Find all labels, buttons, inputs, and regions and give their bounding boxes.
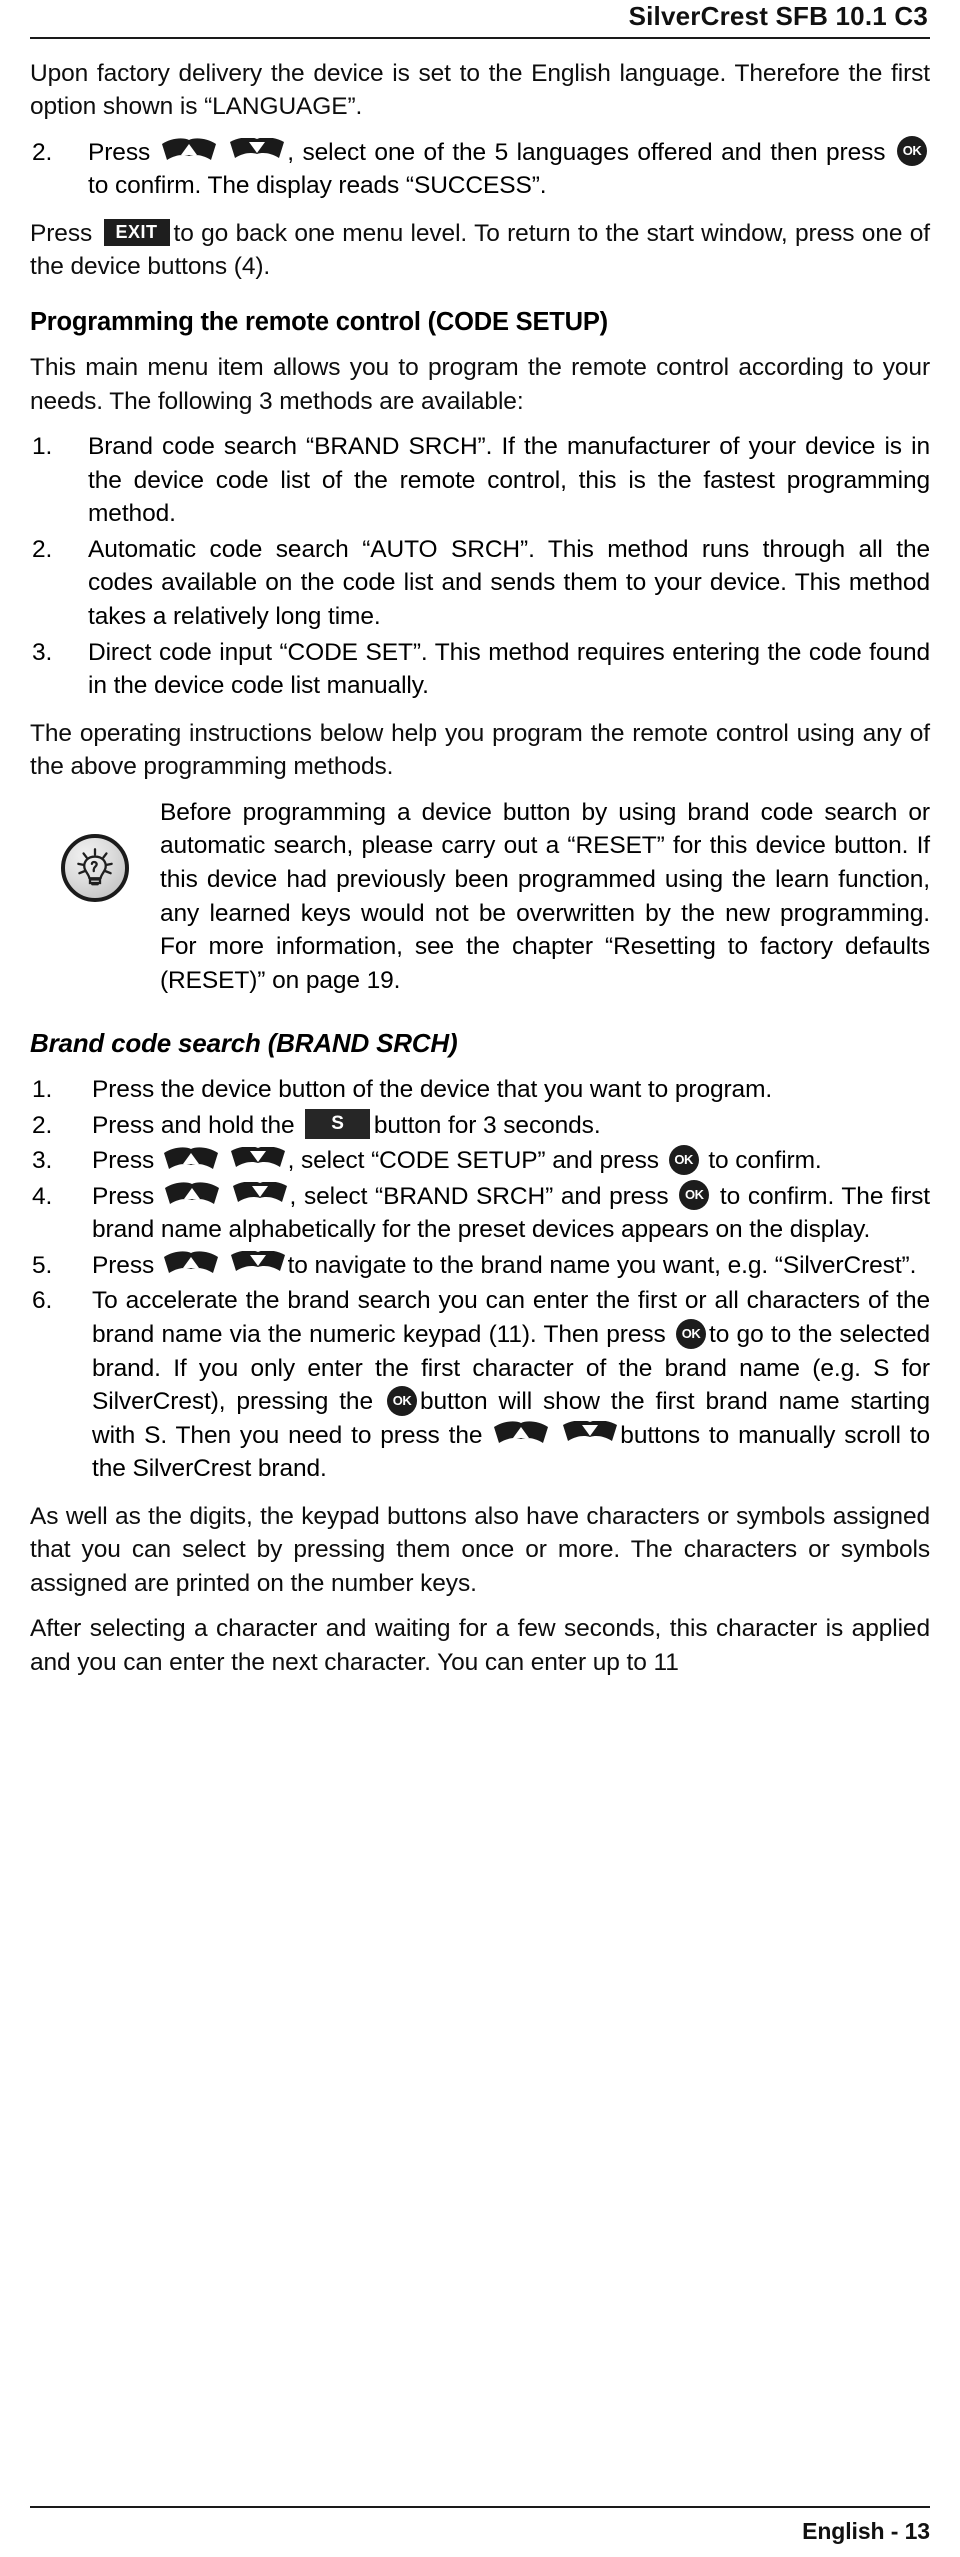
page-footer: English - 13 (30, 2506, 930, 2545)
list-item: 3. Direct code input “CODE SET”. This met… (30, 636, 930, 703)
step-text-part1: Press and hold the (92, 1111, 295, 1139)
method-text: Direct code input “CODE SET”. This metho… (88, 638, 930, 700)
arrow-down-key-icon[interactable] (232, 1182, 288, 1208)
method-text: Brand code search “BRAND SRCH”. If the m… (88, 433, 930, 528)
method-text: Automatic code search “AUTO SRCH”. This … (88, 535, 930, 631)
step-text-part2: to navigate to the brand name you want, … (287, 1251, 917, 1279)
manual-page: SilverCrest SFB 10.1 C3 Upon factory del… (0, 0, 960, 2557)
list-item: 4. Press , select “BRAND SRCH” and press … (30, 1180, 930, 1247)
list-number: 3. (32, 638, 53, 666)
code-setup-closing: The operating instructions below help yo… (30, 719, 930, 781)
ok-key-icon[interactable]: OK (386, 1385, 417, 1416)
intro-step-list: 2. Press , select one of the 5 languages … (30, 136, 930, 203)
arrow-up-key-icon[interactable] (493, 1421, 549, 1447)
list-number: 5. (32, 1251, 53, 1279)
step-text-part1: Press (92, 1182, 155, 1210)
step-text-part3: to confirm. The display reads “SUCCESS”. (88, 172, 547, 200)
list-item: 1. Brand code search “BRAND SRCH”. If the… (30, 430, 930, 531)
step-text-part1: Press (92, 1251, 155, 1279)
page-header: SilverCrest SFB 10.1 C3 (30, 0, 930, 39)
list-item: 6. To accelerate the brand search you can… (30, 1284, 930, 1485)
list-number: 2. (32, 535, 53, 563)
list-item: 2. Press and hold the Sbutton for 3 secon… (30, 1109, 930, 1143)
header-title: SilverCrest SFB 10.1 C3 (628, 1, 928, 31)
step-text-part1: Press (92, 1147, 155, 1175)
code-setup-method-list: 1. Brand code search “BRAND SRCH”. If the… (30, 430, 930, 703)
ok-key-icon[interactable]: OK (679, 1180, 710, 1211)
step-text-part2: , select “CODE SETUP” and press (287, 1147, 659, 1175)
list-number: 2. (32, 1111, 53, 1139)
brand-search-step-list: 1. Press the device button of the device … (30, 1073, 930, 1486)
ok-key-icon[interactable]: OK (676, 1318, 706, 1349)
intro-paragraph: Upon factory delivery the device is set … (30, 59, 930, 121)
section-heading-code-setup: Programming the remote control (CODE SET… (30, 307, 608, 336)
step-text-part2: button for 3 seconds. (373, 1111, 601, 1139)
footer-rule (30, 2506, 930, 2508)
step-text: Press the device button of the device th… (92, 1076, 773, 1104)
section-heading-brand-search: Brand code search (BRAND SRCH) (30, 1028, 458, 1059)
list-number: 2. (32, 138, 53, 166)
list-number: 3. (32, 1147, 53, 1175)
ok-key-icon[interactable]: OK (896, 136, 927, 167)
exit-text-part1: Press (30, 219, 93, 247)
list-item: 5. Press to navigate to the brand name yo… (30, 1249, 930, 1283)
brand-search-closing-2: After selecting a character and waiting … (30, 1615, 930, 1677)
list-item: 3. Press , select “CODE SETUP” and press … (30, 1144, 930, 1178)
arrow-down-key-icon[interactable] (230, 1146, 286, 1173)
list-item: 1. Press the device button of the device … (30, 1073, 930, 1107)
s-key-icon[interactable]: S (305, 1109, 370, 1140)
list-item: 2. Press , select one of the 5 languages … (30, 136, 930, 203)
lightbulb-tip-icon (61, 833, 129, 902)
arrow-down-key-icon[interactable] (229, 138, 285, 164)
list-item: 2. Automatic code search “AUTO SRCH”. Thi… (30, 533, 930, 634)
arrow-down-key-icon[interactable] (562, 1421, 618, 1447)
arrow-up-key-icon[interactable] (163, 1251, 219, 1277)
ok-key-icon[interactable]: OK (668, 1144, 699, 1175)
step-text-part2: , select “BRAND SRCH” and press (289, 1182, 669, 1210)
exit-paragraph: Press EXIT to go back one menu level. To … (30, 217, 930, 284)
step-text-part2: , select one of the 5 languages offered … (287, 138, 886, 166)
arrow-up-key-icon[interactable] (164, 1182, 220, 1208)
arrow-down-key-icon[interactable] (230, 1251, 286, 1277)
arrow-up-key-icon[interactable] (161, 138, 217, 164)
code-setup-intro: This main menu item allows you to progra… (30, 354, 930, 415)
tip-icon-container (30, 796, 160, 902)
brand-search-closing-1: As well as the digits, the keypad button… (30, 1502, 930, 1597)
footer-page-label: English - 13 (802, 2518, 930, 2544)
step-text-part1: Press (88, 138, 151, 166)
step-text-part3: to confirm. (708, 1147, 822, 1175)
tip-text: Before programming a device button by us… (160, 798, 930, 994)
list-number: 6. (32, 1287, 53, 1315)
exit-key-icon[interactable]: EXIT (103, 218, 170, 246)
tip-block: Before programming a device button by us… (30, 796, 930, 997)
list-number: 1. (32, 433, 53, 461)
list-number: 1. (32, 1076, 53, 1104)
list-number: 4. (32, 1182, 53, 1210)
arrow-up-key-icon[interactable] (163, 1147, 219, 1173)
page-content: Upon factory delivery the device is set … (30, 39, 930, 1680)
